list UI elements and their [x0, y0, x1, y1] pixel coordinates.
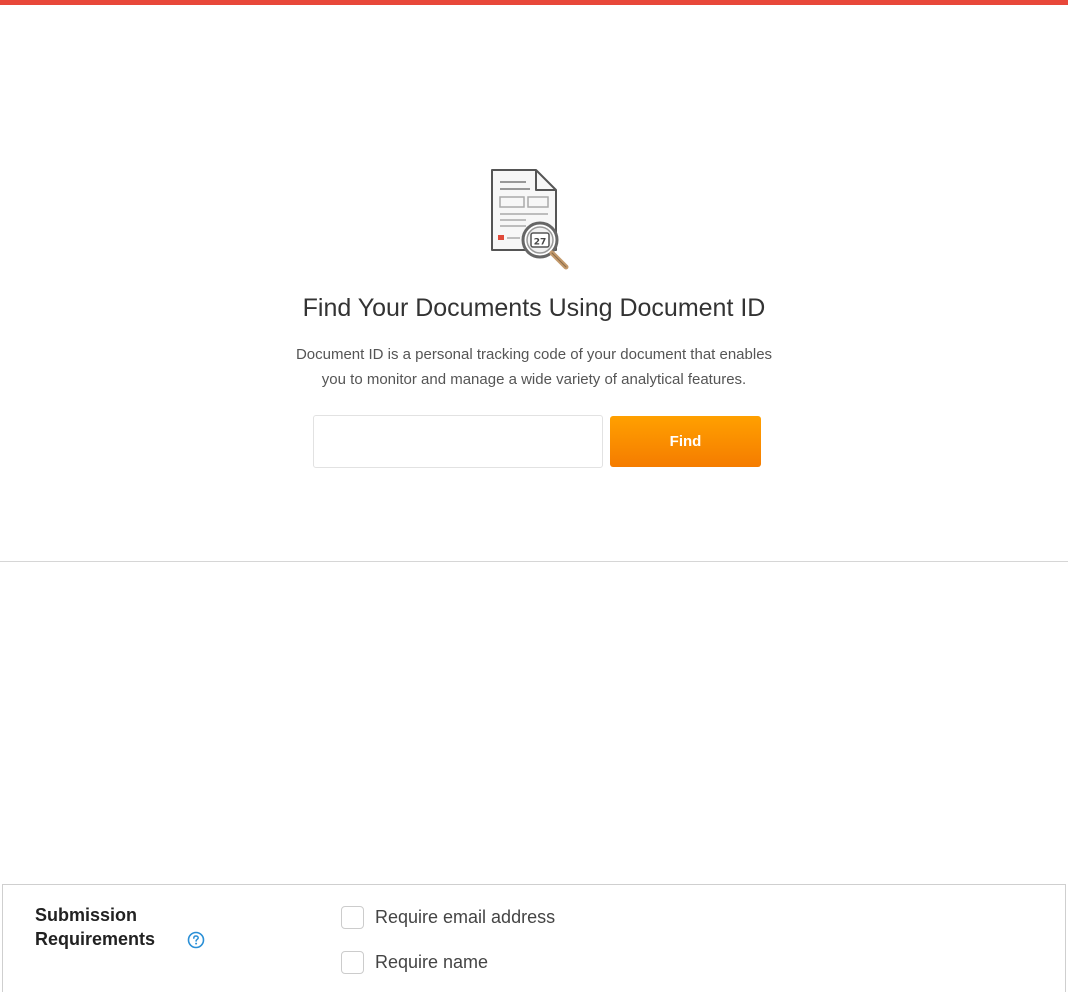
require-email-checkbox[interactable] — [341, 905, 364, 929]
page-title: Find Your Documents Using Document ID — [302, 294, 766, 322]
submission-requirements-label: Submission Requirements — [35, 903, 155, 951]
require-name-checkbox[interactable] — [341, 950, 364, 974]
require-email-label: Require email address — [375, 906, 556, 927]
description-line-2: you to monitor and manage a wide variety… — [321, 371, 747, 388]
description-line-1: Document ID is a personal tracking code … — [295, 346, 773, 363]
top-accent-bar — [0, 0, 1068, 5]
require-email-option[interactable]: Require email address — [341, 905, 555, 929]
label-line-2: Requirements — [35, 929, 156, 949]
section-divider — [0, 561, 1068, 562]
question-circle-icon[interactable] — [187, 931, 205, 949]
require-name-label: Require name — [375, 951, 489, 972]
document-id-input[interactable] — [313, 415, 603, 468]
submission-requirements-panel: Submission Requirements Require email ad… — [2, 884, 1066, 992]
description: Document ID is a personal tracking code … — [0, 342, 1068, 392]
label-line-1: Submission — [35, 905, 138, 925]
require-name-option[interactable]: Require name — [341, 950, 488, 974]
find-button[interactable]: Find — [610, 416, 761, 467]
document-magnifier-icon: 27 — [491, 169, 569, 270]
magnifier-badge-number: 27 — [534, 238, 547, 248]
